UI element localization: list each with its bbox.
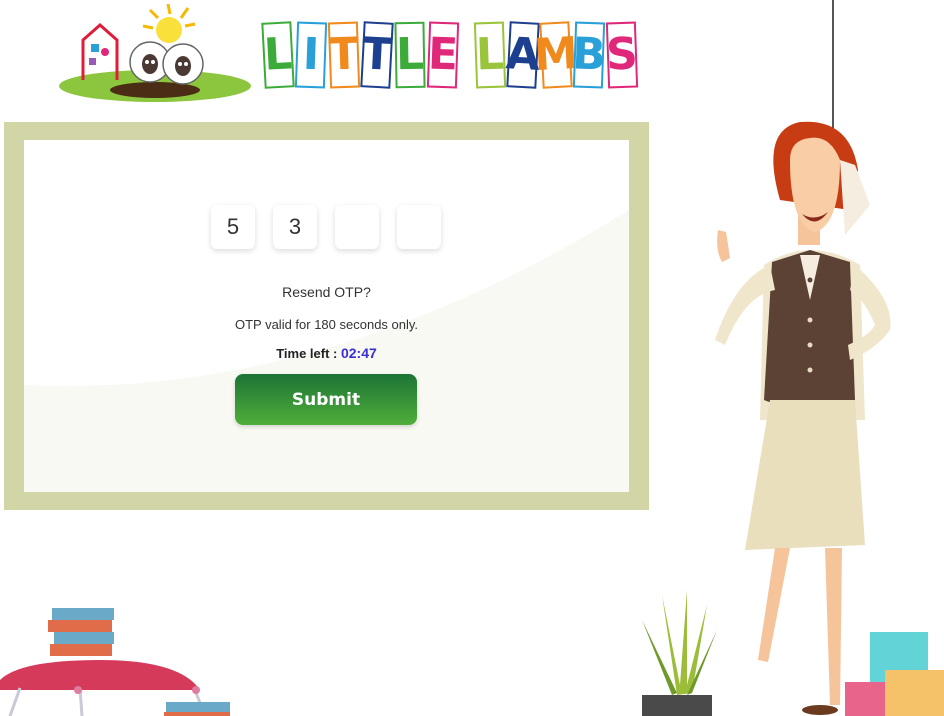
otp-digit-4[interactable] bbox=[397, 205, 441, 249]
wordmark-letter: L bbox=[394, 21, 426, 89]
otp-board-frame: Resend OTP? OTP valid for 180 seconds on… bbox=[4, 122, 649, 510]
wordmark-letter: E bbox=[426, 21, 460, 89]
time-left-value: 02:47 bbox=[340, 345, 377, 361]
wordmark-letter: T bbox=[360, 21, 394, 89]
plant-decoration bbox=[642, 590, 717, 716]
wordmark-letter: B bbox=[571, 21, 607, 89]
wordmark-letter: M bbox=[533, 21, 579, 89]
wordmark-letter: S bbox=[605, 21, 639, 89]
board-shine-decoration bbox=[24, 140, 629, 387]
otp-validity-text: OTP valid for 180 seconds only. bbox=[234, 317, 419, 332]
otp-board: Resend OTP? OTP valid for 180 seconds on… bbox=[24, 140, 629, 492]
wordmark-letter: I bbox=[294, 21, 328, 89]
sheep-logo-illustration bbox=[59, 3, 251, 102]
resend-otp-link[interactable]: Resend OTP? bbox=[24, 284, 629, 300]
otp-digit-3[interactable] bbox=[335, 205, 379, 249]
wordmark-letter: L bbox=[473, 21, 507, 89]
wordmark-letter: L bbox=[261, 21, 295, 89]
teacher-illustration bbox=[715, 0, 891, 715]
otp-input-group bbox=[211, 205, 441, 249]
brand-wordmark: LITTLELAMBS bbox=[261, 20, 640, 90]
time-left: Time left : 02:47 bbox=[24, 345, 629, 361]
boxes-decoration bbox=[845, 632, 944, 716]
books-decoration bbox=[0, 608, 230, 716]
wordmark-letter: T bbox=[327, 21, 361, 89]
submit-button[interactable]: Submit bbox=[235, 374, 417, 425]
otp-digit-2[interactable] bbox=[273, 205, 317, 249]
little-lambs-logo: LITTLELAMBS bbox=[55, 0, 639, 110]
otp-digit-1[interactable] bbox=[211, 205, 255, 249]
time-left-label: Time left : bbox=[276, 346, 341, 361]
